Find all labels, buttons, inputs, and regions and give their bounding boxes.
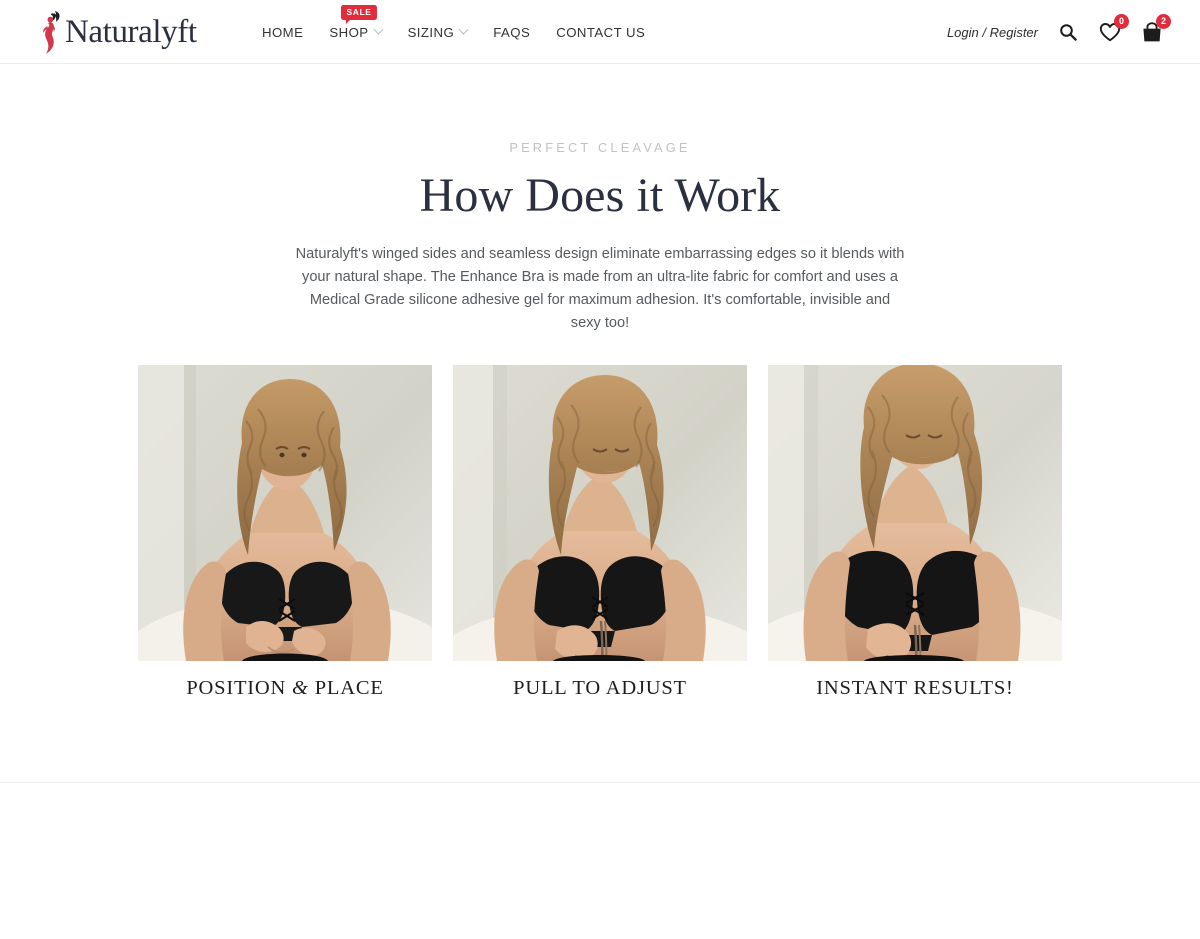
nav-item-home-label: HOME (262, 24, 304, 40)
section-description: Naturalyft's winged sides and seamless d… (295, 245, 905, 331)
cart-count-badge: 2 (1156, 14, 1171, 29)
wishlist-count-badge: 0 (1114, 14, 1129, 29)
step-photo-position-place[interactable] (138, 364, 432, 661)
footer-area (0, 782, 1200, 939)
site-logo[interactable]: Naturalyft (34, 6, 197, 58)
nav-item-faqs-label: FAQS (493, 24, 531, 40)
nav-item-shop[interactable]: SALE SHOP (316, 0, 394, 64)
step-caption: PULL TO ADJUST (453, 677, 747, 700)
step-caption-ampersand: & (292, 676, 309, 699)
step-caption: INSTANT RESULTS! (768, 677, 1062, 700)
nav-item-contact-us-label: CONTACT US (556, 24, 646, 40)
wishlist-button[interactable]: 0 (1098, 14, 1129, 45)
search-icon[interactable] (1056, 19, 1080, 45)
site-header: Naturalyft HOME SALE SHOP SIZING FAQS CO… (0, 0, 1200, 64)
steps-gallery: POSITION & PLACE PULL TO ADJUST INSTANT … (0, 364, 1200, 700)
header-tools: Login / Register 0 2 (947, 0, 1171, 64)
step-photo-pull-to-adjust[interactable] (453, 364, 747, 661)
logo-wordmark: Naturalyft (65, 13, 197, 50)
step-caption: POSITION & PLACE (138, 677, 432, 700)
nav-item-home[interactable]: HOME (258, 0, 316, 64)
login-register-link[interactable]: Login / Register (947, 25, 1038, 40)
step-photo-instant-results[interactable] (768, 364, 1062, 661)
how-does-it-work-section: PERFECT CLEAVAGE How Does it Work Natura… (0, 64, 1200, 700)
main-navigation: HOME SALE SHOP SIZING FAQS CONTACT US (258, 0, 658, 64)
nav-item-faqs[interactable]: FAQS (480, 0, 543, 64)
cart-button[interactable]: 2 (1140, 14, 1171, 45)
page-main: PERFECT CLEAVAGE How Does it Work Natura… (0, 64, 1200, 939)
nav-item-shop-label: SHOP (329, 24, 369, 40)
chevron-down-icon (458, 24, 469, 35)
chevron-down-icon (373, 24, 384, 35)
step-caption-pre: INSTANT RESULTS! (816, 676, 1014, 699)
nav-item-sizing[interactable]: SIZING (395, 0, 481, 64)
page-title: How Does it Work (419, 169, 781, 222)
section-eyebrow: PERFECT CLEAVAGE (509, 140, 691, 155)
woman-silhouette-logo-icon (34, 9, 68, 55)
step-item: POSITION & PLACE (138, 364, 432, 700)
step-caption-post: PLACE (308, 676, 384, 699)
step-caption-pre: POSITION (186, 676, 293, 699)
nav-item-contact-us[interactable]: CONTACT US (543, 0, 658, 64)
step-caption-pre: PULL TO ADJUST (513, 676, 687, 699)
step-item: PULL TO ADJUST (453, 364, 747, 700)
nav-item-sizing-label: SIZING (407, 24, 455, 40)
step-item: INSTANT RESULTS! (768, 364, 1062, 700)
sale-badge: SALE (341, 5, 377, 23)
